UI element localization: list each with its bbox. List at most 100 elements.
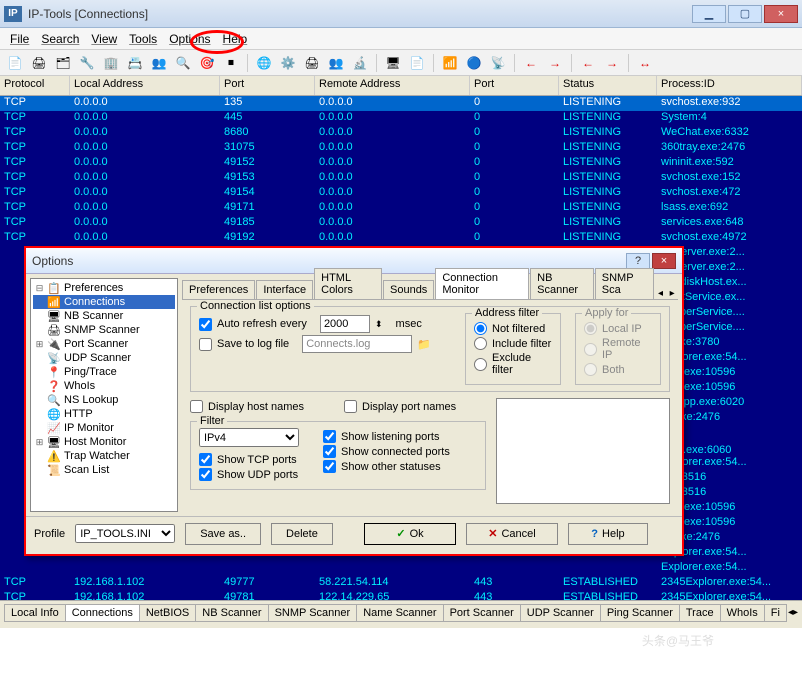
toolbar-icon[interactable]: 🎯 [196,53,218,73]
toolbar-icon[interactable]: 🔵 [463,53,485,73]
nav-arrow-icon[interactable]: ← [577,53,599,73]
header-remote-port[interactable]: Port [470,76,559,95]
menu-view[interactable]: View [87,30,121,48]
display-port-names-checkbox[interactable]: Display port names [344,400,456,413]
options-tab[interactable]: HTML Colors [314,268,382,299]
options-tab[interactable]: Preferences [182,280,255,299]
toolbar-icon[interactable]: 📄 [406,53,428,73]
tree-item[interactable]: ❓WhoIs [33,379,175,393]
table-row[interactable]: TCP0.0.0.0491710.0.0.00LISTENINGlsass.ex… [0,201,802,216]
show-other-checkbox[interactable]: Show other statuses [323,460,450,473]
show-listening-checkbox[interactable]: Show listening ports [323,430,450,443]
table-row[interactable]: TCP0.0.0.0310750.0.0.00LISTENING360tray.… [0,141,802,156]
filter-list-textarea[interactable] [496,398,670,504]
bottom-tab[interactable]: Ping Scanner [600,604,680,622]
table-row[interactable]: TCP0.0.0.086800.0.0.00LISTENINGWeChat.ex… [0,126,802,141]
tree-item[interactable]: 🖥NB Scanner [33,309,175,323]
dialog-close-button[interactable]: × [652,253,676,269]
tree-item[interactable]: 📜Scan List [33,463,175,477]
profile-select[interactable]: IP_TOOLS.INI [75,524,175,543]
menu-options[interactable]: Options [165,30,214,48]
header-remote-address[interactable]: Remote Address [315,76,470,95]
bottom-tab[interactable]: Connections [65,604,140,622]
save-log-checkbox[interactable]: Save to log file 📁 [199,335,451,353]
toolbar-icon[interactable]: 🖥 [382,53,404,73]
show-tcp-checkbox[interactable]: Show TCP ports [199,453,299,466]
tree-item[interactable]: 📶Connections [33,295,175,309]
tree-item[interactable]: 📍Ping/Trace [33,365,175,379]
options-tab[interactable]: Connection Monitor [435,268,529,299]
toolbar-icon[interactable]: 👥 [325,53,347,73]
table-row[interactable]: Explorer.exe:54... [0,561,802,576]
table-row[interactable]: TCP0.0.0.0491520.0.0.00LISTENINGwininit.… [0,156,802,171]
toolbar-icon[interactable]: ⏹ [220,53,242,73]
ok-button[interactable]: ✓Ok [364,523,456,545]
close-button[interactable]: × [764,5,798,23]
table-row[interactable]: TCP0.0.0.04450.0.0.00LISTENINGSystem:4 [0,111,802,126]
help-button[interactable]: ?Help [568,523,648,545]
bottom-tab[interactable]: Port Scanner [443,604,521,622]
toolbar-icon[interactable]: 🌐 [253,53,275,73]
table-row[interactable]: TCP0.0.0.0491540.0.0.00LISTENINGsvchost.… [0,186,802,201]
bottom-tab[interactable]: Trace [679,604,721,622]
table-row[interactable]: TCP0.0.0.01350.0.0.00LISTENINGsvchost.ex… [0,96,802,111]
options-tree[interactable]: ⊟📋Preferences 📶Connections 🖥NB Scanner 🖨… [30,278,178,512]
toolbar-icon[interactable]: ⚙️ [277,53,299,73]
nav-arrow-icon[interactable]: → [544,53,566,73]
header-status[interactable]: Status [559,76,657,95]
toolbar-icon[interactable]: 🔬 [349,53,371,73]
toolbar-icon[interactable]: 🏢 [100,53,122,73]
bottom-tab[interactable]: SNMP Scanner [268,604,358,622]
toolbar-icon[interactable]: 🖨 [28,53,50,73]
toolbar-icon[interactable]: 📶 [439,53,461,73]
save-as-button[interactable]: Save as.. [185,523,261,545]
tree-item[interactable]: ⊞🔌Port Scanner [33,337,175,351]
nav-arrow-icon[interactable]: ← [520,53,542,73]
bottom-tab[interactable]: UDP Scanner [520,604,601,622]
toolbar-icon[interactable]: 🗂 [52,53,74,73]
table-row[interactable]: TCP0.0.0.0491850.0.0.00LISTENINGservices… [0,216,802,231]
options-tab[interactable]: SNMP Sca [595,268,654,299]
table-row[interactable]: TCP0.0.0.0491920.0.0.00LISTENINGsvchost.… [0,231,802,246]
tree-item[interactable]: ⚠️Trap Watcher [33,449,175,463]
header-local-address[interactable]: Local Address [70,76,220,95]
maximize-button[interactable]: ▢ [728,5,762,23]
nav-arrow-icon[interactable]: ↔ [634,53,656,73]
tree-item[interactable]: 🖨SNMP Scanner [33,323,175,337]
bottom-tab[interactable]: Fi [764,604,787,622]
refresh-interval-input[interactable] [320,315,370,333]
display-host-names-checkbox[interactable]: Display host names [190,400,304,413]
options-tab[interactable]: NB Scanner [530,268,594,299]
tree-item[interactable]: 🔍NS Lookup [33,393,175,407]
cancel-button[interactable]: ✕Cancel [466,523,558,545]
menu-tools[interactable]: Tools [125,30,161,48]
bottom-tab[interactable]: NetBIOS [139,604,196,622]
table-row[interactable]: TCP0.0.0.0491530.0.0.00LISTENINGsvchost.… [0,171,802,186]
bottom-tab[interactable]: WhoIs [720,604,765,622]
tree-item[interactable]: ⊞🖥Host Monitor [33,435,175,449]
browse-icon[interactable]: 📁 [417,338,431,351]
auto-refresh-checkbox[interactable]: Auto refresh every ⬍ msec [199,315,451,333]
bottom-tab[interactable]: NB Scanner [195,604,268,622]
toolbar-icon[interactable]: 👥 [148,53,170,73]
menu-search[interactable]: Search [37,30,83,48]
delete-button[interactable]: Delete [271,523,333,545]
show-udp-checkbox[interactable]: Show UDP ports [199,468,299,481]
nav-arrow-icon[interactable]: → [601,53,623,73]
tree-item[interactable]: 🌐HTTP [33,407,175,421]
header-process[interactable]: Process:ID [657,76,802,95]
bottom-tab[interactable]: Local Info [4,604,66,622]
show-connected-checkbox[interactable]: Show connected ports [323,445,450,458]
table-row[interactable]: TCP192.168.1.1024977758.221.54.114443EST… [0,576,802,591]
dialog-help-button[interactable]: ? [626,253,650,269]
table-row[interactable]: TCP192.168.1.10249781122.14.229.65443EST… [0,591,802,600]
toolbar-icon[interactable]: 📇 [124,53,146,73]
options-tab[interactable]: Sounds [383,280,434,299]
toolbar-icon[interactable]: 📄 [4,53,26,73]
addr-filter-not-radio[interactable]: Not filtered [474,322,552,335]
tree-item[interactable]: ⊟📋Preferences [33,281,175,295]
menu-help[interactable]: Help [219,30,252,48]
header-protocol[interactable]: Protocol [0,76,70,95]
menu-file[interactable]: File [6,30,33,48]
header-port[interactable]: Port [220,76,315,95]
